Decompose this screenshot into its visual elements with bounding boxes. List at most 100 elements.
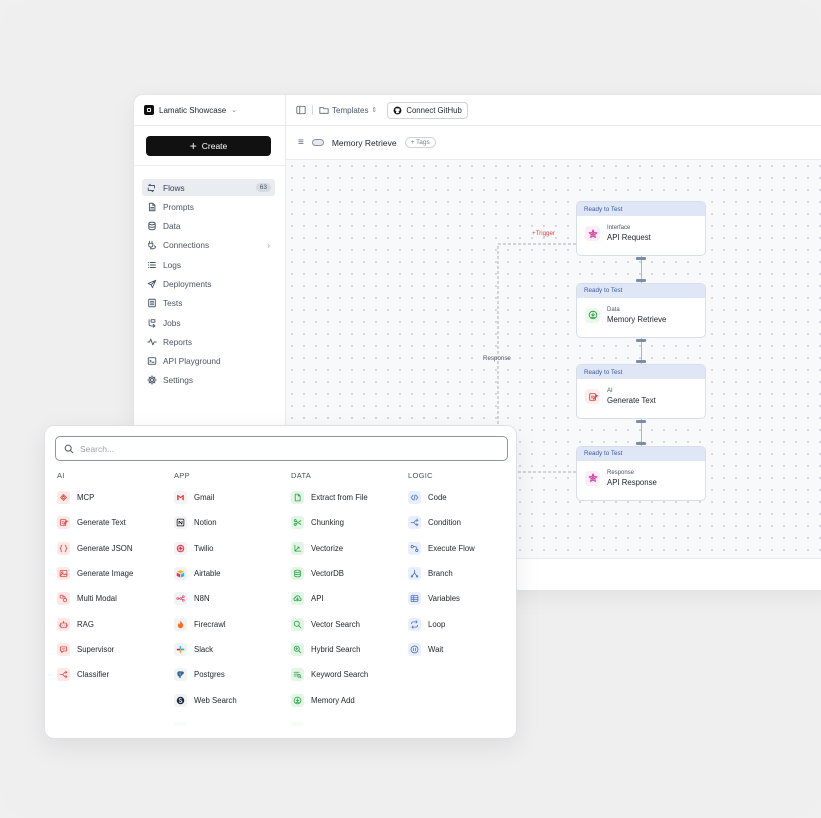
category-ai: AI MCP Generate Text Generate JSON Generate … [57, 471, 174, 687]
node-option-vectordb[interactable]: VectorDB [291, 561, 408, 586]
flow-node-generate-text[interactable]: Ready to Test AI Generate Text [576, 364, 706, 419]
sidebar-item-jobs[interactable]: Jobs [142, 314, 275, 331]
sidebar-item-api-playground[interactable]: API Playground [142, 353, 275, 370]
database-icon [147, 221, 157, 231]
panel-toggle-icon[interactable] [296, 105, 306, 115]
node-option-variables[interactable]: Variables [408, 586, 516, 611]
category-title: AI [57, 471, 65, 480]
sidebar-item-logs[interactable]: Logs [142, 256, 275, 273]
connector-handle[interactable] [636, 257, 646, 260]
connector-handle[interactable] [636, 278, 646, 282]
node-option-firecrawl[interactable]: Firecrawl [174, 611, 291, 636]
pause-icon [408, 642, 421, 656]
sidebar-item-flows[interactable]: Flows 63 [142, 179, 275, 196]
node-option-chunking[interactable]: Chunking [291, 510, 408, 535]
node-option-classifier[interactable]: Classifier [57, 662, 174, 687]
node-option-branch[interactable]: Branch [408, 561, 516, 586]
flow-node-memory-retrieve[interactable]: Ready to Test Data Memory Retrieve [576, 282, 706, 338]
sidebar-item-settings[interactable]: Settings [142, 372, 275, 389]
templates-label: Templates [332, 105, 369, 115]
execute-flow-icon [408, 541, 421, 555]
node-option-vector-search[interactable]: Vector Search [291, 611, 408, 636]
database-icon [291, 567, 304, 581]
node-option-gmail[interactable]: Gmail [174, 485, 291, 510]
create-button[interactable]: + Create [146, 136, 271, 156]
chevron-right-icon: › [267, 240, 270, 250]
topbar-divider [312, 105, 313, 115]
trigger-edge-label[interactable]: +Trigger [532, 230, 555, 237]
response-icon [585, 470, 600, 486]
sidebar-item-label: Reports [163, 336, 193, 347]
connector-handle[interactable] [636, 420, 646, 423]
flow-node-api-response[interactable]: Ready to Test Response API Response [576, 445, 706, 501]
node-option-label: RAG [77, 619, 94, 629]
add-tags-button[interactable]: + Tags [404, 137, 436, 148]
node-option-generate-text[interactable]: Generate Text [57, 510, 174, 535]
templates-menu[interactable]: Templates ⇕ [319, 105, 377, 115]
node-status: Ready to Test [577, 446, 705, 461]
connector-handle[interactable] [636, 338, 646, 342]
node-option-api[interactable]: API [291, 586, 408, 611]
workspace-name: Lamatic Showcase [159, 105, 227, 115]
node-option-label: Branch [428, 569, 453, 579]
slack-icon [174, 642, 187, 656]
sidebar-item-tests[interactable]: Tests [142, 295, 275, 312]
scroll-overflow-hint [291, 713, 408, 726]
flow-title: Memory Retrieve [331, 137, 397, 148]
sidebar-item-deployments[interactable]: Deployments [142, 275, 275, 292]
node-option-slack[interactable]: Slack [174, 637, 291, 662]
sidebar-item-label: Logs [163, 259, 181, 270]
node-option-postgres[interactable]: Postgres [174, 662, 291, 687]
node-status: Ready to Test [577, 202, 705, 216]
node-option-wait[interactable]: Wait [408, 637, 516, 662]
node-option-generate-json[interactable]: Generate JSON [57, 536, 174, 561]
node-option-memory-add[interactable]: Memory Add [291, 687, 408, 712]
sidebar-item-data[interactable]: Data [142, 218, 275, 235]
connector-handle[interactable] [636, 360, 646, 363]
menu-icon[interactable]: ≡ [298, 137, 304, 148]
node-option-mcp[interactable]: MCP [57, 485, 174, 510]
node-option-loop[interactable]: Loop [408, 611, 516, 636]
node-option-rag[interactable]: RAG [57, 611, 174, 636]
node-option-airtable[interactable]: Airtable [174, 561, 291, 586]
connector-handle[interactable] [636, 441, 646, 445]
node-option-hybrid-search[interactable]: Hybrid Search [291, 637, 408, 662]
workspace-logo-icon [144, 105, 154, 115]
sidebar-item-prompts[interactable]: Prompts [142, 198, 275, 215]
category-title: DATA [291, 471, 312, 480]
connect-github-button[interactable]: Connect GitHub [387, 101, 468, 119]
cloud-icon [291, 592, 304, 606]
node-option-condition[interactable]: Condition [408, 510, 516, 535]
node-option-extract-from-file[interactable]: Extract from File [291, 485, 408, 510]
node-option-twilio[interactable]: Twilio [174, 536, 291, 561]
node-option-label: Generate JSON [77, 543, 133, 553]
node-option-multi-modal[interactable]: Multi Modal [57, 586, 174, 611]
search-input[interactable] [80, 443, 480, 454]
node-option-code[interactable]: Code [408, 485, 516, 510]
node-option-supervisor[interactable]: Supervisor [57, 637, 174, 662]
response-edge-label: Response [483, 355, 511, 362]
flow-node-api-request[interactable]: Ready to Test Interface API Request [576, 201, 706, 256]
node-option-keyword-search[interactable]: Keyword Search [291, 662, 408, 687]
node-option-label: Wait [428, 644, 444, 654]
node-option-web-search[interactable]: Web Search [174, 687, 291, 712]
node-option-generate-image[interactable]: Generate Image [57, 561, 174, 586]
node-option-label: Slack [194, 644, 214, 654]
flows-icon [147, 183, 157, 193]
node-option-execute-flow[interactable]: Execute Flow [408, 536, 516, 561]
sidebar-item-label: API Playground [163, 356, 221, 367]
sidebar-item-reports[interactable]: Reports [142, 333, 275, 350]
category-data: DATA Extract from File Chunking Vectorize Ve… [291, 471, 408, 726]
sidebar-item-connections[interactable]: Connections › [142, 237, 275, 254]
node-option-label: Code [428, 493, 447, 503]
document-icon [147, 202, 157, 212]
send-icon [147, 279, 157, 289]
node-option-notion[interactable]: Notion [174, 510, 291, 535]
search-icon [64, 444, 74, 453]
workspace-switcher[interactable]: Lamatic Showcase ⌄ [134, 95, 285, 126]
flow-header: ≡ Memory Retrieve + Tags [286, 126, 821, 160]
flow-toggle[interactable] [311, 139, 324, 146]
node-option-vectorize[interactable]: Vectorize [291, 536, 408, 561]
node-option-n8n[interactable]: N8N [174, 586, 291, 611]
search-box[interactable] [55, 436, 508, 461]
